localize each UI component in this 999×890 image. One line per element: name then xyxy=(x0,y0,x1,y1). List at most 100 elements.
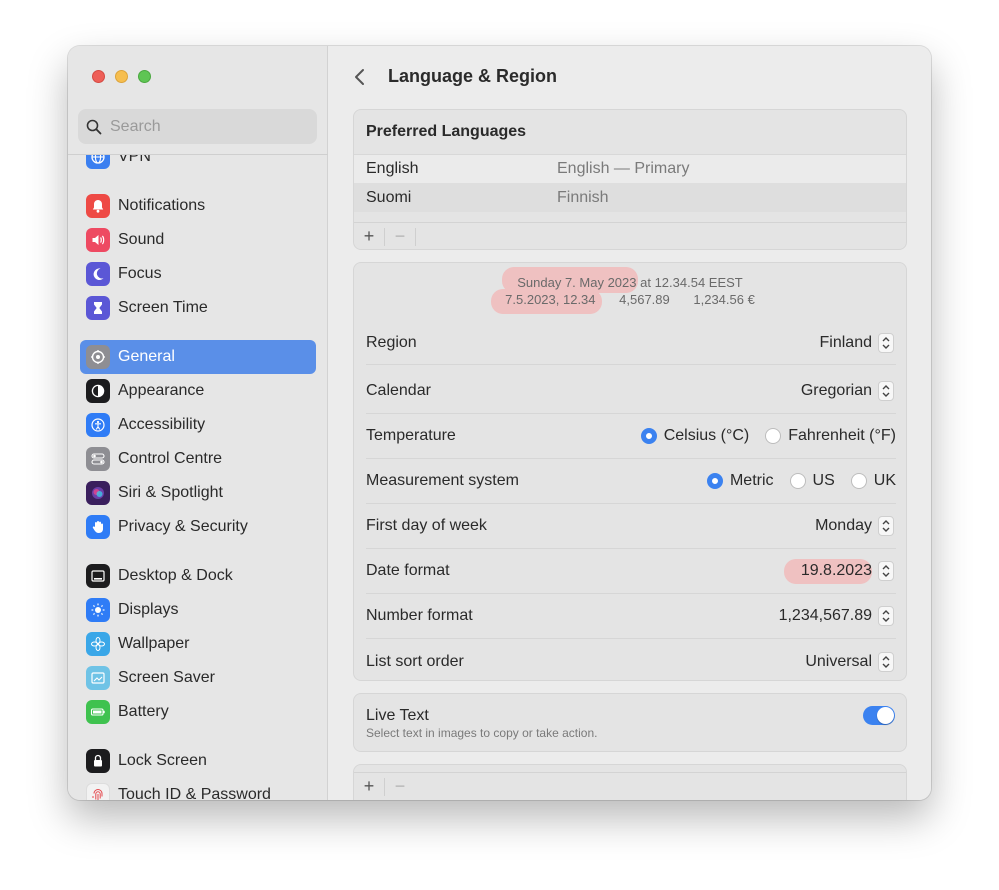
search-icon xyxy=(86,119,102,134)
sidebar-item-notifications[interactable]: Notifications xyxy=(80,189,316,223)
radio-unselected[interactable] xyxy=(850,473,867,489)
live-text-title: Live Text xyxy=(366,707,429,724)
updown-chevron-icon xyxy=(878,516,894,536)
sidebar-item-wallpaper[interactable]: Wallpaper xyxy=(80,627,316,661)
updown-chevron-icon xyxy=(878,561,894,581)
language-name: Suomi xyxy=(366,188,412,206)
number-format-row: Number format 1,234,567.89 xyxy=(366,594,896,639)
sidebar-item-accessibility[interactable]: Accessibility xyxy=(80,408,316,442)
date-format-popup[interactable]: 19.8.2023 xyxy=(801,561,894,581)
radio-selected[interactable] xyxy=(706,473,723,489)
minimize-button[interactable] xyxy=(115,70,128,83)
measurement-radio-group: Metric US UK xyxy=(706,472,896,490)
search-input[interactable] xyxy=(110,117,300,136)
number-format-popup[interactable]: 1,234,567.89 xyxy=(779,606,894,626)
flower-icon xyxy=(86,632,110,656)
metric-radio[interactable]: Metric xyxy=(706,472,774,490)
sidebar-item-label: Accessibility xyxy=(118,416,206,433)
sidebar-item-label: Privacy & Security xyxy=(118,518,248,535)
add-app-button[interactable]: + xyxy=(354,776,384,797)
toggles-icon xyxy=(86,447,110,471)
preview-date-time: 7.5.2023, 12.34 xyxy=(505,292,596,307)
fahrenheit-label: Fahrenheit (°F) xyxy=(788,427,896,444)
sidebar-item-label: Appearance xyxy=(118,382,205,399)
lock-icon xyxy=(86,749,110,773)
temperature-label: Temperature xyxy=(366,427,456,444)
uk-radio[interactable]: UK xyxy=(850,472,896,490)
close-button[interactable] xyxy=(92,70,105,83)
sidebar-item-battery[interactable]: Battery xyxy=(80,695,316,729)
calendar-popup[interactable]: Gregorian xyxy=(801,381,894,401)
sidebar-item-label: Siri & Spotlight xyxy=(118,484,223,501)
battery-icon xyxy=(86,700,110,724)
search-field[interactable] xyxy=(78,109,317,144)
region-settings-card: Sunday 7. May 2023 at 12.34.54 EEST 7.5.… xyxy=(353,262,907,681)
preview-time: at 12.34.54 EEST xyxy=(636,275,743,290)
sidebar-item-label: Lock Screen xyxy=(118,752,207,769)
apps-list-card: + − xyxy=(353,764,907,800)
add-language-button[interactable]: + xyxy=(354,226,384,247)
sidebar-item-label: General xyxy=(118,348,175,365)
language-row-suomi[interactable]: Suomi Finnish xyxy=(354,183,906,212)
language-description: English — Primary xyxy=(557,160,690,177)
us-radio[interactable]: US xyxy=(789,472,835,490)
sidebar-item-general[interactable]: General xyxy=(80,340,316,374)
fingerprint-icon xyxy=(86,783,110,800)
bell-icon xyxy=(86,194,110,218)
fahrenheit-radio[interactable]: Fahrenheit (°F) xyxy=(765,427,896,445)
sidebar-item-screen-time[interactable]: Screen Time xyxy=(80,291,316,325)
sidebar-item-lock-screen[interactable]: Lock Screen xyxy=(80,744,316,778)
zoom-button[interactable] xyxy=(138,70,151,83)
sidebar-item-control-centre[interactable]: Control Centre xyxy=(80,442,316,476)
region-label: Region xyxy=(366,333,417,351)
sidebar-item-touch-id-password[interactable]: Touch ID & Password xyxy=(80,778,316,800)
sidebar-item-vpn[interactable]: VPN xyxy=(80,155,316,174)
sidebar-item-sound[interactable]: Sound xyxy=(80,223,316,257)
updown-chevron-icon xyxy=(878,332,894,353)
sidebar-item-label: VPN xyxy=(118,155,151,165)
preview-number: 4,567.89 xyxy=(619,292,670,307)
calendar-value: Gregorian xyxy=(800,382,872,399)
main-pane: Language & Region Preferred Languages En… xyxy=(329,46,931,800)
first-day-value: Monday xyxy=(815,517,872,534)
radio-unselected[interactable] xyxy=(765,428,782,444)
remove-app-button[interactable]: − xyxy=(385,776,415,797)
date-format-row: Date format 19.8.2023 xyxy=(366,549,896,594)
first-day-label: First day of week xyxy=(366,517,487,534)
live-text-subtitle: Select text in images to copy or take ac… xyxy=(366,726,598,740)
sidebar-item-siri-spotlight[interactable]: Siri & Spotlight xyxy=(80,476,316,510)
sidebar-item-focus[interactable]: Focus xyxy=(80,257,316,291)
celsius-radio[interactable]: Celsius (°C) xyxy=(640,427,749,445)
sidebar-item-appearance[interactable]: Appearance xyxy=(80,374,316,408)
uk-label: UK xyxy=(873,472,896,489)
sidebar-item-desktop-dock[interactable]: Desktop & Dock xyxy=(80,559,316,593)
preview-currency: 1,234.56 € xyxy=(693,292,755,307)
moon-icon xyxy=(86,262,110,286)
sidebar-item-label: Sound xyxy=(118,231,165,248)
list-sort-popup[interactable]: Universal xyxy=(805,651,894,672)
remove-language-button[interactable]: − xyxy=(385,226,415,247)
calendar-row: Calendar Gregorian xyxy=(366,369,896,414)
region-value: Finland xyxy=(819,333,872,351)
back-chevron-icon[interactable] xyxy=(353,68,367,86)
region-popup[interactable]: Finland xyxy=(819,332,894,353)
language-row-english[interactable]: English English — Primary xyxy=(354,154,906,183)
live-text-toggle[interactable] xyxy=(863,706,895,725)
number-format-value: 1,234,567.89 xyxy=(778,607,872,624)
screensaver-icon xyxy=(86,666,110,690)
sidebar-item-screen-saver[interactable]: Screen Saver xyxy=(80,661,316,695)
first-day-popup[interactable]: Monday xyxy=(815,516,894,536)
hand-icon xyxy=(86,515,110,539)
sidebar-list[interactable]: VPN Notifications Sound Focus Screen Tim… xyxy=(68,155,328,800)
radio-unselected[interactable] xyxy=(789,473,806,489)
live-text-card: Live Text Select text in images to copy … xyxy=(353,693,907,752)
sidebar-item-displays[interactable]: Displays xyxy=(80,593,316,627)
accessibility-icon xyxy=(86,413,110,437)
hourglass-icon xyxy=(86,296,110,320)
date-preview-line: Sunday 7. May 2023 at 12.34.54 EEST xyxy=(354,275,906,290)
preferred-languages-card: Preferred Languages English English — Pr… xyxy=(353,109,907,250)
radio-selected[interactable] xyxy=(640,428,657,444)
dock-icon xyxy=(86,564,110,588)
list-sort-row: List sort order Universal xyxy=(366,639,896,680)
sidebar-item-privacy-security[interactable]: Privacy & Security xyxy=(80,510,316,544)
